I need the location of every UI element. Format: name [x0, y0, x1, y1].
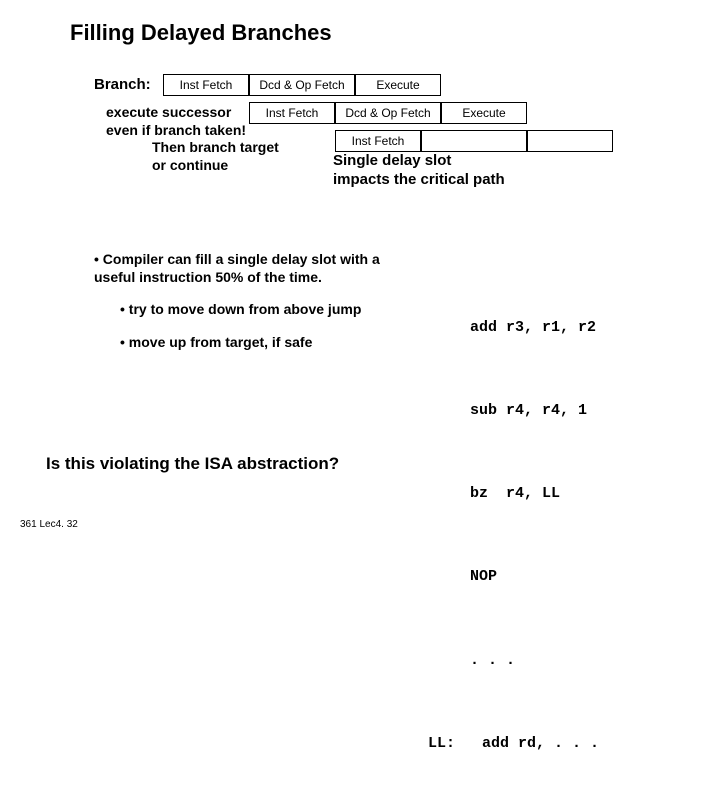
sds-l1: Single delay slot [333, 152, 451, 169]
bullet-2: • try to move down from above jump [120, 300, 414, 318]
single-delay-text: Single delay slot impacts the critical p… [333, 152, 505, 190]
successor-l3: Then branch target [106, 139, 279, 155]
code-line-2: sub r4, r4, 1 [470, 397, 599, 425]
stage-dcd-r1: Dcd & Op Fetch [249, 74, 355, 96]
isa-question: Is this violating the ISA abstraction? [46, 454, 339, 474]
sds-l2: impacts the critical path [333, 171, 505, 188]
code-block: add r3, r1, r2 sub r4, r4, 1 bz r4, LL N… [470, 258, 599, 785]
branch-label: Branch: [94, 76, 151, 93]
bullet-3: • move up from target, if safe [120, 333, 414, 351]
code-line-5: . . . [470, 647, 599, 675]
slide-title: Filling Delayed Branches [70, 20, 332, 46]
stage-ex-r2: Execute [441, 102, 527, 124]
successor-l1: execute successor [106, 104, 231, 120]
code-line-4: NOP [470, 563, 599, 591]
code-line-1: add r3, r1, r2 [470, 314, 599, 342]
stage-dcd-r2: Dcd & Op Fetch [335, 102, 441, 124]
stage-if-r3: Inst Fetch [335, 130, 421, 152]
bullet-list: • Compiler can fill a single delay slot … [94, 250, 414, 351]
successor-l2: even if branch taken! [106, 122, 246, 138]
stage-blank-r3b [527, 130, 613, 152]
successor-l4: or continue [106, 157, 228, 173]
stage-ex-r1: Execute [355, 74, 441, 96]
bullet-1: • Compiler can fill a single delay slot … [94, 250, 414, 286]
stage-if-r1: Inst Fetch [163, 74, 249, 96]
stage-blank-r3a [421, 130, 527, 152]
slide-footer: 361 Lec4. 32 [20, 519, 78, 530]
code-line-6: LL: add rd, . . . [428, 730, 599, 758]
code-line-3: bz r4, LL [470, 480, 599, 508]
successor-text: execute successor even if branch taken! … [106, 104, 308, 174]
